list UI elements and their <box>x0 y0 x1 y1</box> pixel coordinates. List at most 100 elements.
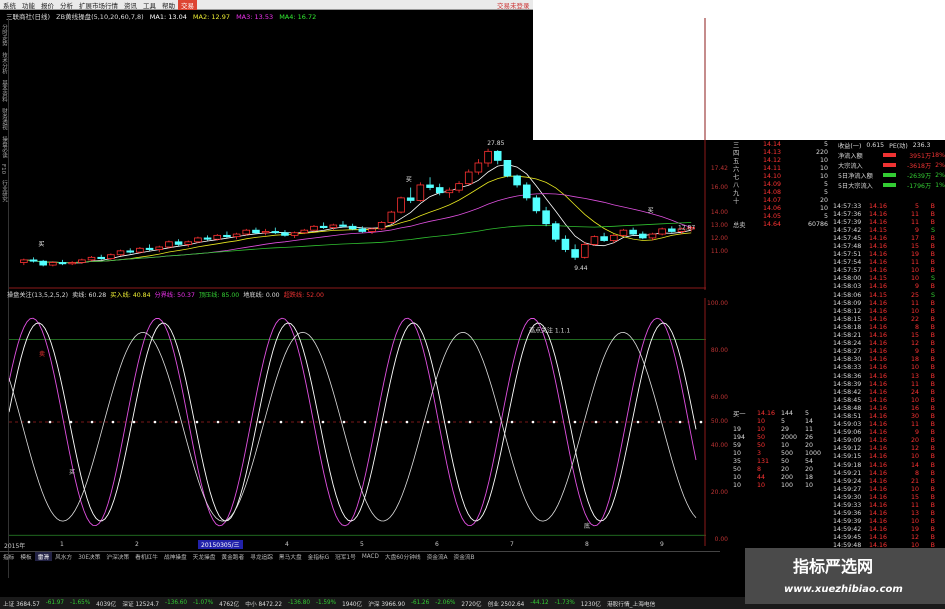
tick-row: 14:59:30 14.16 15 B <box>833 493 941 501</box>
left-tab[interactable]: 分时走势 <box>0 24 8 46</box>
menu-item[interactable]: 功能 <box>19 0 38 10</box>
tick-row: 14:58:48 14.16 16 B <box>833 404 941 412</box>
indicator-tab[interactable]: 指标 <box>0 552 17 561</box>
tick-price: 14.16 <box>869 372 888 380</box>
ask-volume: 10 <box>819 172 828 180</box>
tick-direction: S <box>931 226 935 234</box>
status-item: -136.60 <box>165 600 187 606</box>
tick-row: 14:57:36 14.16 11 B <box>833 210 941 218</box>
tick-row: 14:58:15 14.16 22 B <box>833 315 941 323</box>
tick-price: 14.16 <box>869 493 888 501</box>
tick-list[interactable]: 14:57:33 14.16 5 B 14:57:36 14.16 11 B 14:57:39 1… <box>833 140 941 550</box>
candle-body <box>290 232 299 236</box>
tick-time: 14:58:30 <box>833 356 862 364</box>
indicator-tab[interactable]: 风水方 <box>52 552 75 561</box>
tick-time: 14:58:09 <box>833 299 862 307</box>
tick-direction: B <box>930 259 935 267</box>
indicator-tab[interactable]: 金指标G <box>305 552 332 561</box>
tick-row: 14:59:24 14.16 21 B <box>833 477 941 485</box>
indicator-tab[interactable]: 资金流B <box>451 552 478 561</box>
tick-volume: 12 <box>910 340 919 348</box>
bid-cell: 3 <box>757 450 762 458</box>
tick-time: 14:58:42 <box>833 388 862 396</box>
candle-body <box>551 223 560 240</box>
left-tab[interactable]: 操盘必读 <box>0 136 8 158</box>
center-dot <box>573 420 577 424</box>
bid-cell: 144 <box>781 409 794 417</box>
tick-time: 14:57:42 <box>833 226 862 234</box>
tick-price: 14.16 <box>869 429 888 437</box>
tick-row: 14:57:42 14.15 9 S <box>833 226 941 234</box>
candlestick-chart[interactable]: 27.859.4412.87买买买 <box>9 18 706 290</box>
indicator-tab[interactable]: 冠军1号 <box>332 552 359 561</box>
menu-item[interactable]: 工具 <box>140 0 159 10</box>
tick-price: 14.16 <box>869 356 888 364</box>
tick-price: 14.16 <box>869 259 888 267</box>
candle-body <box>639 233 647 239</box>
tick-direction: B <box>930 372 935 380</box>
center-dot <box>237 420 241 424</box>
bid-cell: 11 <box>805 425 814 433</box>
menu-item[interactable]: 系统 <box>0 0 19 10</box>
candle-body <box>126 250 135 253</box>
menu-item[interactable]: 帮助 <box>159 0 178 10</box>
menu-item[interactable]: 分析 <box>57 0 76 10</box>
bid-cell: 买一 <box>733 410 746 418</box>
tick-time: 14:59:27 <box>833 485 862 493</box>
tick-time: 14:59:09 <box>833 437 862 445</box>
center-dot <box>279 420 283 424</box>
indicator-chart[interactable]: 卖买 高点关注 1.1.1 底 <box>9 298 706 546</box>
tick-price: 14.16 <box>869 412 888 420</box>
oscillator-trend-line <box>9 331 697 522</box>
indicator-tab[interactable]: 战神操盘 <box>161 552 190 561</box>
indicator-tab[interactable]: 看机红牛 <box>132 552 161 561</box>
left-tab[interactable]: 技术分析 <box>0 52 8 74</box>
center-dot <box>447 420 451 424</box>
indicator-tab[interactable]: 大盘60分钟线 <box>382 552 424 561</box>
indicator-tab[interactable]: 雷滑 <box>34 552 53 561</box>
indicator-tab[interactable]: 30E决策 <box>75 552 103 561</box>
bid-cell: 10 <box>733 474 742 482</box>
menu-item-trade[interactable]: 交易 <box>178 0 197 10</box>
status-item: 4039亿 <box>96 601 117 608</box>
menu-item[interactable]: 资讯 <box>121 0 140 10</box>
left-tab[interactable]: 财务透视 <box>0 108 8 130</box>
trade-login-status[interactable]: 交易未登录 <box>497 0 530 10</box>
center-dot <box>363 420 367 424</box>
ma-line-5 <box>23 164 692 264</box>
left-tab[interactable]: F10 <box>0 164 6 174</box>
candle-body <box>252 229 260 234</box>
buy-signal-label: 买 <box>406 175 412 183</box>
menu-item[interactable]: 扩展市场行情 <box>76 0 121 10</box>
left-tab[interactable]: 基本资料 <box>0 80 8 102</box>
tick-price: 14.16 <box>869 518 888 526</box>
center-dot <box>258 420 262 424</box>
candle-body <box>97 256 105 260</box>
tick-time: 14:58:27 <box>833 348 862 356</box>
tick-volume: 15 <box>910 243 919 251</box>
indicator-tab[interactable]: MACD <box>359 554 382 560</box>
tick-direction: B <box>930 234 935 242</box>
indicator-tab[interactable]: 寻龙追踪 <box>247 552 276 561</box>
menu-item[interactable]: 报价 <box>38 0 57 10</box>
indicator-tab[interactable]: 沪深决策 <box>103 552 132 561</box>
tick-volume: 16 <box>910 404 919 412</box>
candle-body <box>310 225 318 231</box>
tick-volume: 13 <box>910 372 919 380</box>
tick-price: 14.16 <box>869 202 888 210</box>
bid-cell: 194 <box>733 433 746 441</box>
indicator-tab[interactable]: 黄金跑者 <box>218 552 247 561</box>
tick-time: 14:57:36 <box>833 210 862 218</box>
status-item: 深证 12524.7 <box>122 601 160 608</box>
tick-price: 14.16 <box>869 526 888 534</box>
bid-cell: 50 <box>733 466 742 474</box>
ask-price: 14.08 <box>763 189 782 197</box>
indicator-tab[interactable]: 资金流A <box>424 552 451 561</box>
status-item: 沪深 3966.90 <box>368 601 405 608</box>
indicator-tab[interactable]: 黑马大盘 <box>276 552 305 561</box>
indicator-tab[interactable]: 天龙操盘 <box>190 552 219 561</box>
indicator-tab[interactable]: 模板 <box>17 552 34 561</box>
tick-row: 14:58:21 14.16 15 B <box>833 332 941 340</box>
candle-body <box>387 211 396 223</box>
left-tab[interactable]: 行业研究 <box>0 180 8 202</box>
